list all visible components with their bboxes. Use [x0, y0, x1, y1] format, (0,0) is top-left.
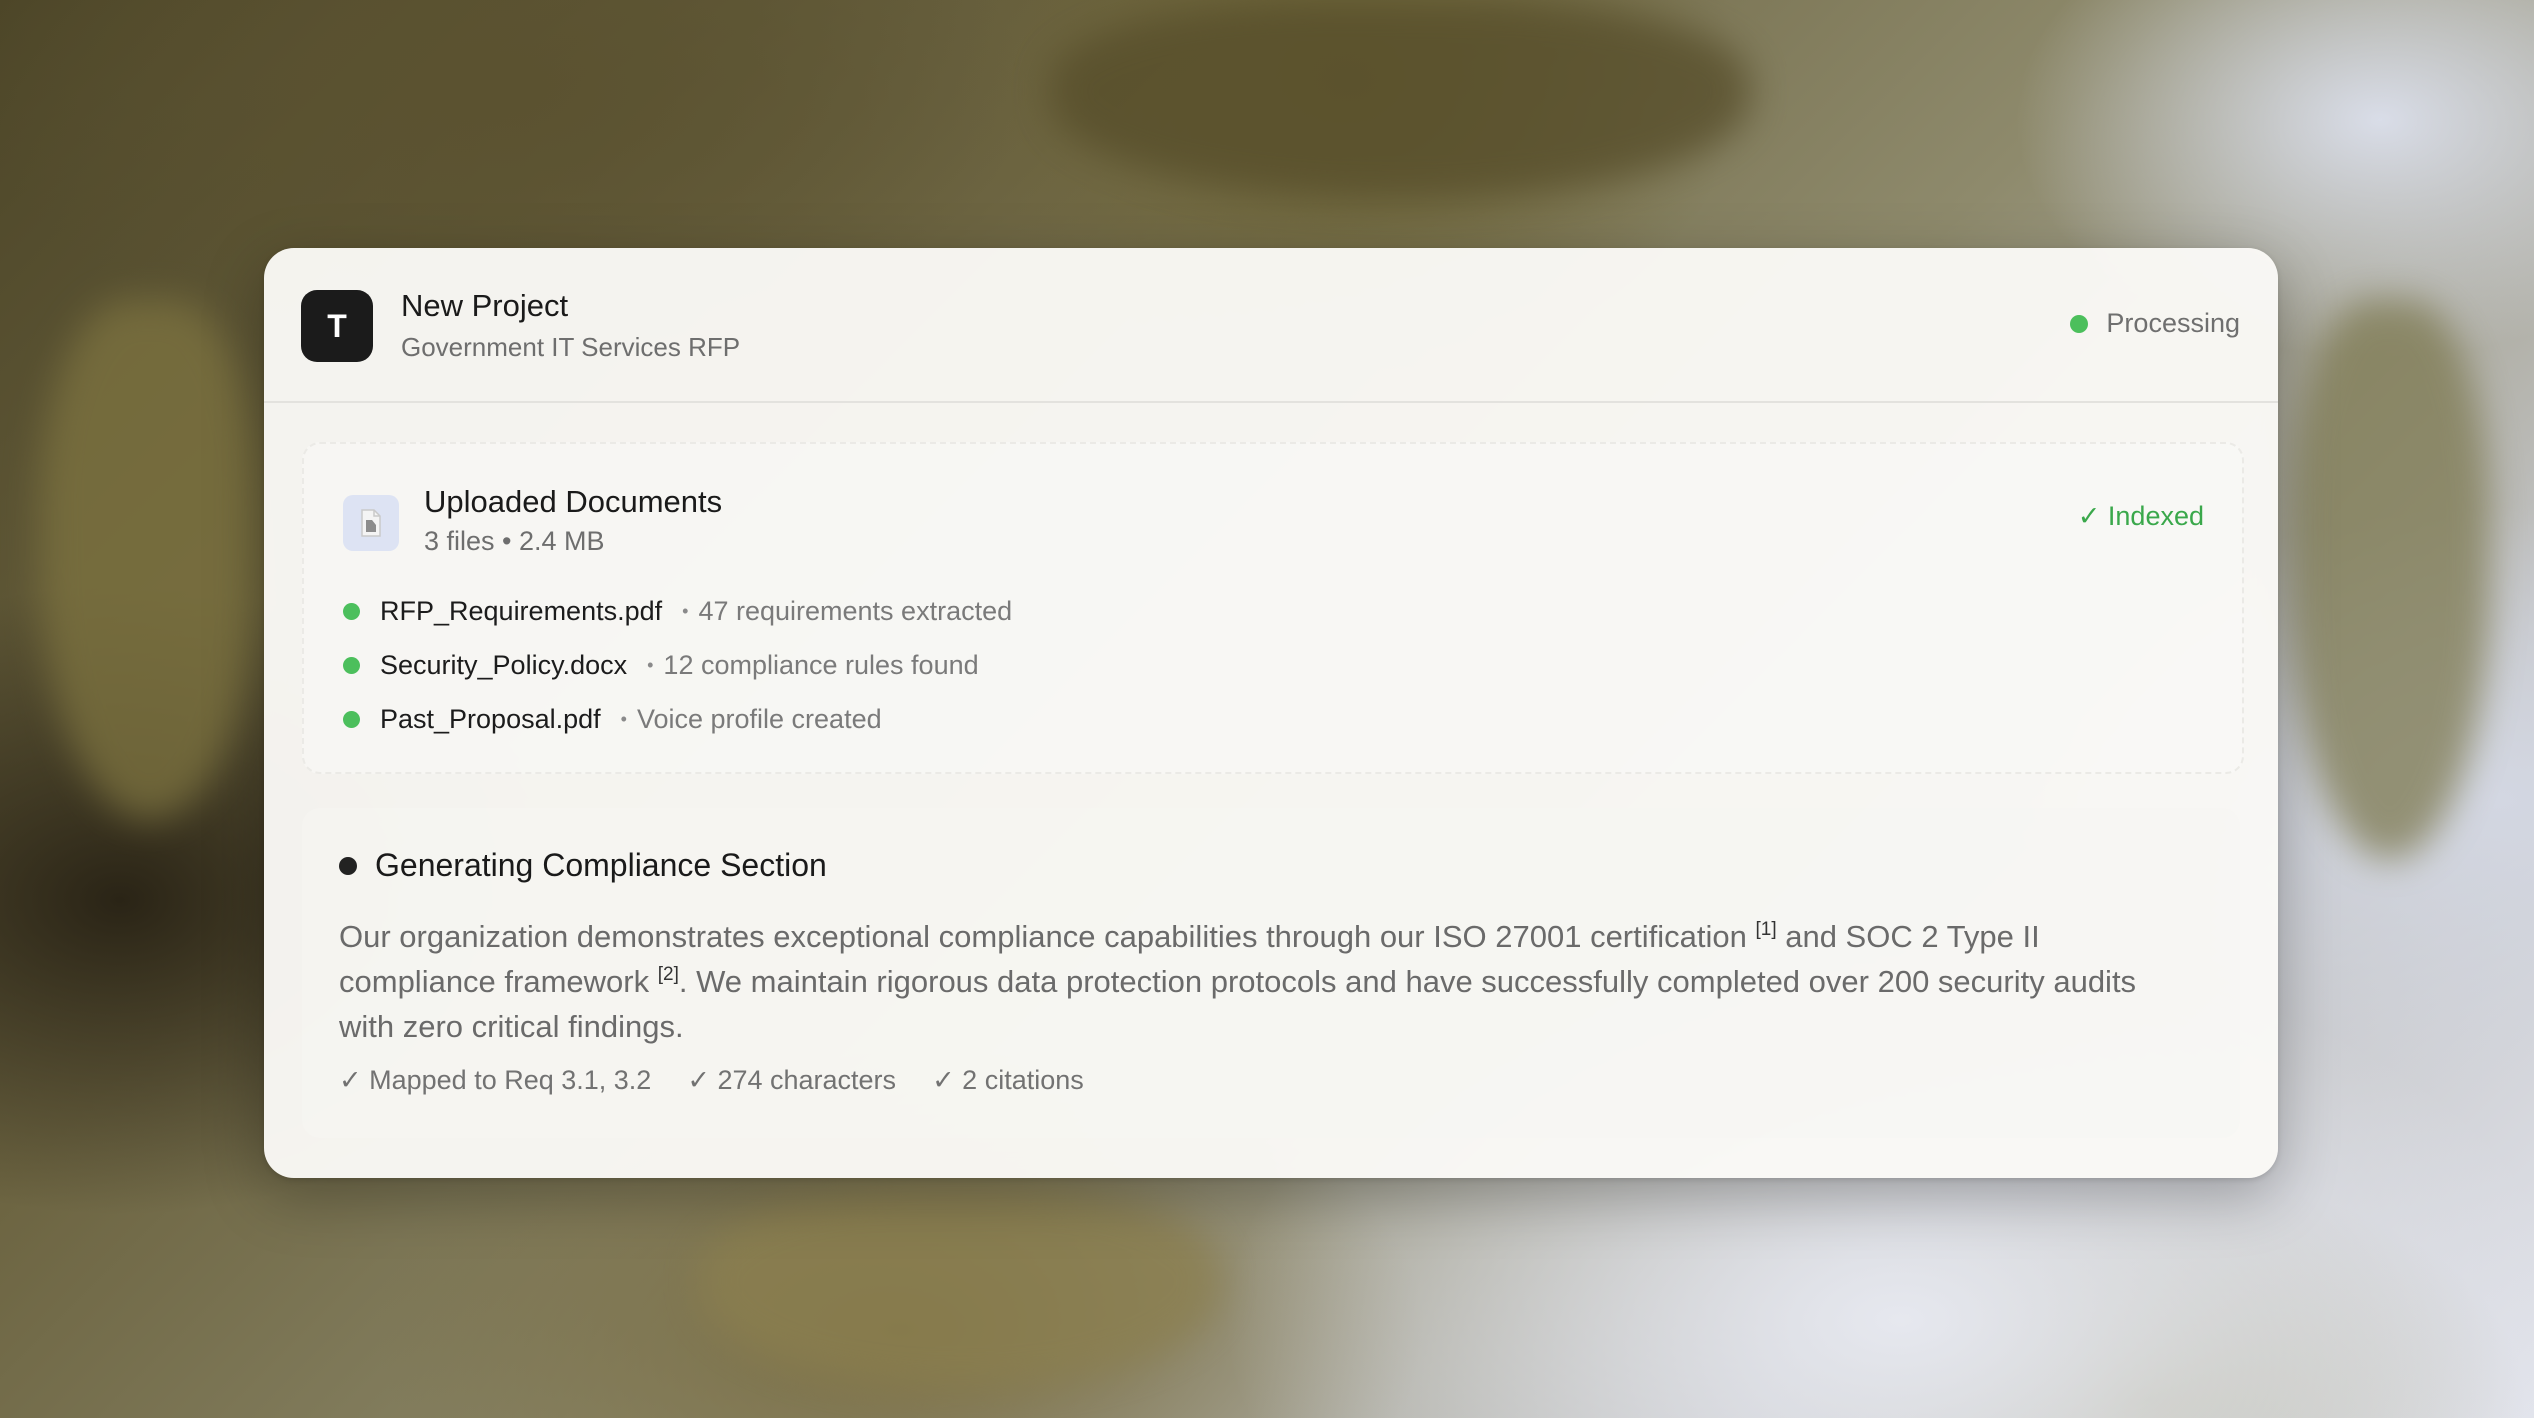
citation-marker[interactable]: [2]: [658, 964, 679, 985]
file-row[interactable]: Past_Proposal.pdf • Voice profile create…: [343, 692, 1012, 746]
generation-heading: Generating Compliance Section: [339, 847, 827, 884]
card-header: T New Project Government IT Services RFP…: [264, 248, 2278, 403]
file-row[interactable]: RFP_Requirements.pdf • 47 requirements e…: [343, 584, 1012, 638]
indexed-status: ✓ Indexed: [2077, 501, 2204, 531]
project-avatar[interactable]: T: [301, 290, 373, 362]
generation-title: Generating Compliance Section: [375, 847, 827, 883]
file-name: Past_Proposal.pdf: [380, 703, 601, 734]
bullet-icon: [339, 856, 357, 875]
project-subtitle: Government IT Services RFP: [401, 332, 741, 362]
file-name: Security_Policy.docx: [380, 649, 628, 680]
background-foliage: [1050, 0, 1750, 200]
background-foliage: [2290, 300, 2490, 860]
document-icon: [343, 495, 399, 551]
generated-text: Our organization demonstrates exceptiona…: [339, 914, 2159, 1049]
file-row[interactable]: Security_Policy.docx • 12 compliance rul…: [343, 638, 1012, 692]
separator: •: [620, 708, 627, 729]
file-name: RFP_Requirements.pdf: [380, 595, 663, 626]
citation-marker[interactable]: [1]: [1755, 919, 1776, 940]
separator: •: [647, 654, 654, 675]
project-card: T New Project Government IT Services RFP…: [264, 248, 2278, 1178]
background-foliage: [700, 1190, 1220, 1390]
status-dot-icon: [343, 710, 360, 728]
uploaded-documents-panel: Uploaded Documents 3 files • 2.4 MB ✓ In…: [302, 442, 2244, 774]
check-citations: ✓ 2 citations: [932, 1065, 1084, 1095]
check-characters: ✓ 274 characters: [687, 1065, 897, 1095]
file-detail: Voice profile created: [636, 703, 882, 734]
generation-panel: Generating Compliance Section Our organi…: [302, 808, 2240, 1138]
documents-title: Uploaded Documents: [424, 484, 723, 519]
file-list: RFP_Requirements.pdf • 47 requirements e…: [343, 584, 1012, 746]
background-foliage: [40, 300, 260, 820]
check-mapped: ✓ Mapped to Req 3.1, 3.2: [339, 1065, 652, 1095]
file-detail: 12 compliance rules found: [663, 649, 979, 680]
status-indicator: Processing: [2070, 308, 2240, 339]
status-dot-icon: [343, 602, 360, 620]
status-label: Processing: [2106, 308, 2240, 338]
status-dot-icon: [2070, 314, 2089, 333]
generated-text-part: Our organization demonstrates exceptiona…: [339, 919, 1747, 954]
project-title: New Project: [401, 288, 569, 323]
file-detail: 47 requirements extracted: [698, 595, 1013, 626]
generation-checks: ✓ Mapped to Req 3.1, 3.2 ✓ 274 character…: [339, 1065, 1120, 1096]
separator: •: [682, 600, 689, 621]
status-dot-icon: [343, 656, 360, 674]
documents-meta: 3 files • 2.4 MB: [424, 526, 605, 556]
